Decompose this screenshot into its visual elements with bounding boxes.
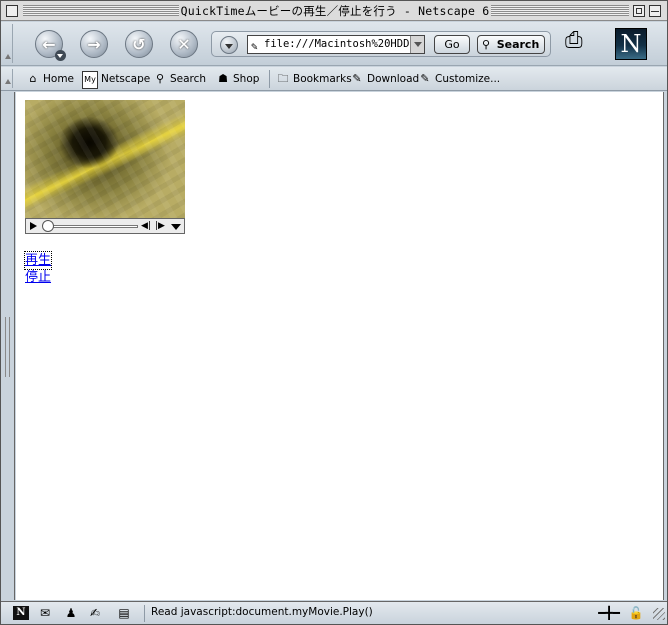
search-icon: ⚲ (155, 72, 165, 85)
url-input[interactable]: ✎ file:///Macintosh%20HDD/%9 (247, 35, 425, 54)
browser-window: QuickTimeムービーの再生／停止を行う - Netscape 6 ← → … (0, 0, 668, 625)
status-divider (144, 605, 145, 622)
page-content: ◀| |▶ 再生 停止 (16, 92, 663, 600)
mail-icon[interactable]: ✉ (37, 606, 53, 620)
url-text: file:///Macintosh%20HDD/%9 (264, 38, 425, 50)
forward-arrow-icon: → (87, 34, 101, 54)
window-title: QuickTimeムービーの再生／停止を行う - Netscape 6 (180, 4, 490, 18)
movie-control-links: 再生 停止 (23, 251, 53, 286)
stop-button[interactable]: ✕ (170, 30, 198, 58)
play-icon[interactable] (30, 222, 37, 230)
sidebar-toggle-tab[interactable] (5, 317, 10, 377)
security-lock-icon[interactable]: 🔓 (628, 606, 644, 620)
reload-icon: ↺ (132, 34, 146, 54)
back-arrow-icon: ← (42, 34, 56, 54)
search-button[interactable]: ⚲ Search (477, 35, 545, 54)
status-bar: N ✉ ♟ ✍ ▤ Read javascript:document.myMov… (1, 601, 667, 624)
personal-item-netscape[interactable]: My Netscape (82, 71, 150, 89)
personal-item-download[interactable]: ✎ Download (350, 71, 419, 87)
status-text: Read javascript:document.myMovie.Play() (151, 606, 373, 618)
forward-button[interactable]: → (80, 30, 108, 58)
search-button-label: Search (496, 38, 540, 51)
netscape-logo[interactable]: N (615, 28, 647, 60)
navigation-toolbar: ← → ↺ ✕ ✎ file:///Macintosh%20HDD/%9 Go … (1, 22, 667, 66)
home-icon: ⌂ (29, 72, 37, 85)
bookmark-icon: ✎ (420, 72, 430, 85)
step-back-icon[interactable]: ◀| (141, 221, 153, 231)
movie-timeline-track[interactable] (46, 225, 138, 228)
step-forward-icon[interactable]: |▶ (155, 221, 167, 231)
personal-item-customize[interactable]: ✎ Customize... (418, 71, 500, 87)
controller-menu-icon[interactable] (171, 224, 181, 230)
composer-icon[interactable]: ✍ (87, 606, 103, 620)
personal-item-bookmarks[interactable]: 🗀 Bookmarks (276, 71, 352, 87)
quicktime-movie-frame[interactable] (25, 100, 185, 218)
personal-item-shop[interactable]: ☗ Shop (216, 71, 259, 87)
personal-toolbar-grip[interactable] (3, 69, 13, 88)
go-button[interactable]: Go (434, 35, 470, 54)
back-history-dropdown-icon[interactable] (55, 50, 66, 61)
window-right-edge (663, 92, 667, 600)
personal-toolbar: ⌂ Home My Netscape ⚲ Search ☗ Shop 🗀 Bookmark… (1, 67, 667, 91)
toolbar-grip[interactable] (3, 24, 13, 63)
page-proxy-icon[interactable]: ✎ (251, 38, 258, 53)
play-link[interactable]: 再生 (23, 251, 53, 270)
folder-icon: 🗀 (277, 72, 289, 85)
url-dropdown-button[interactable] (410, 36, 424, 53)
title-stripes-left (23, 5, 179, 16)
title-bar[interactable]: QuickTimeムービーの再生／停止を行う - Netscape 6 (1, 1, 667, 21)
shop-icon: ☗ (218, 72, 228, 85)
toolbar-divider (269, 70, 270, 88)
search-icon: ⚲ (482, 38, 491, 51)
title-stripes-right (491, 5, 629, 16)
stop-icon: ✕ (177, 34, 191, 54)
stop-link[interactable]: 停止 (25, 269, 51, 286)
quicktime-controller: ◀| |▶ (25, 218, 185, 234)
bookmark-icon: ✎ (352, 72, 362, 85)
personal-item-search[interactable]: ⚲ Search (153, 71, 206, 87)
movie-image (25, 100, 185, 218)
back-button[interactable]: ← (35, 30, 66, 61)
url-bar-group: ✎ file:///Macintosh%20HDD/%9 Go ⚲ Search (211, 31, 551, 57)
sidebar-grippy[interactable] (1, 92, 15, 600)
netscape-n-icon[interactable]: N (13, 606, 29, 620)
reload-button[interactable]: ↺ (125, 30, 153, 58)
timeline-scrubber[interactable] (42, 220, 54, 232)
close-box[interactable] (6, 5, 18, 17)
collapse-box[interactable] (649, 5, 661, 17)
instant-messenger-icon[interactable]: ♟ (63, 606, 79, 620)
url-history-dropdown-icon[interactable] (220, 36, 238, 54)
personal-item-home[interactable]: ⌂ Home (26, 71, 75, 87)
resize-grip[interactable] (653, 608, 665, 620)
my-netscape-icon: My (82, 71, 98, 89)
address-book-icon[interactable]: ▤ (116, 606, 132, 620)
print-icon[interactable]: ⎙ (565, 28, 599, 58)
online-connection-icon[interactable]: ━╋━ (595, 606, 623, 620)
zoom-box[interactable] (633, 5, 645, 17)
